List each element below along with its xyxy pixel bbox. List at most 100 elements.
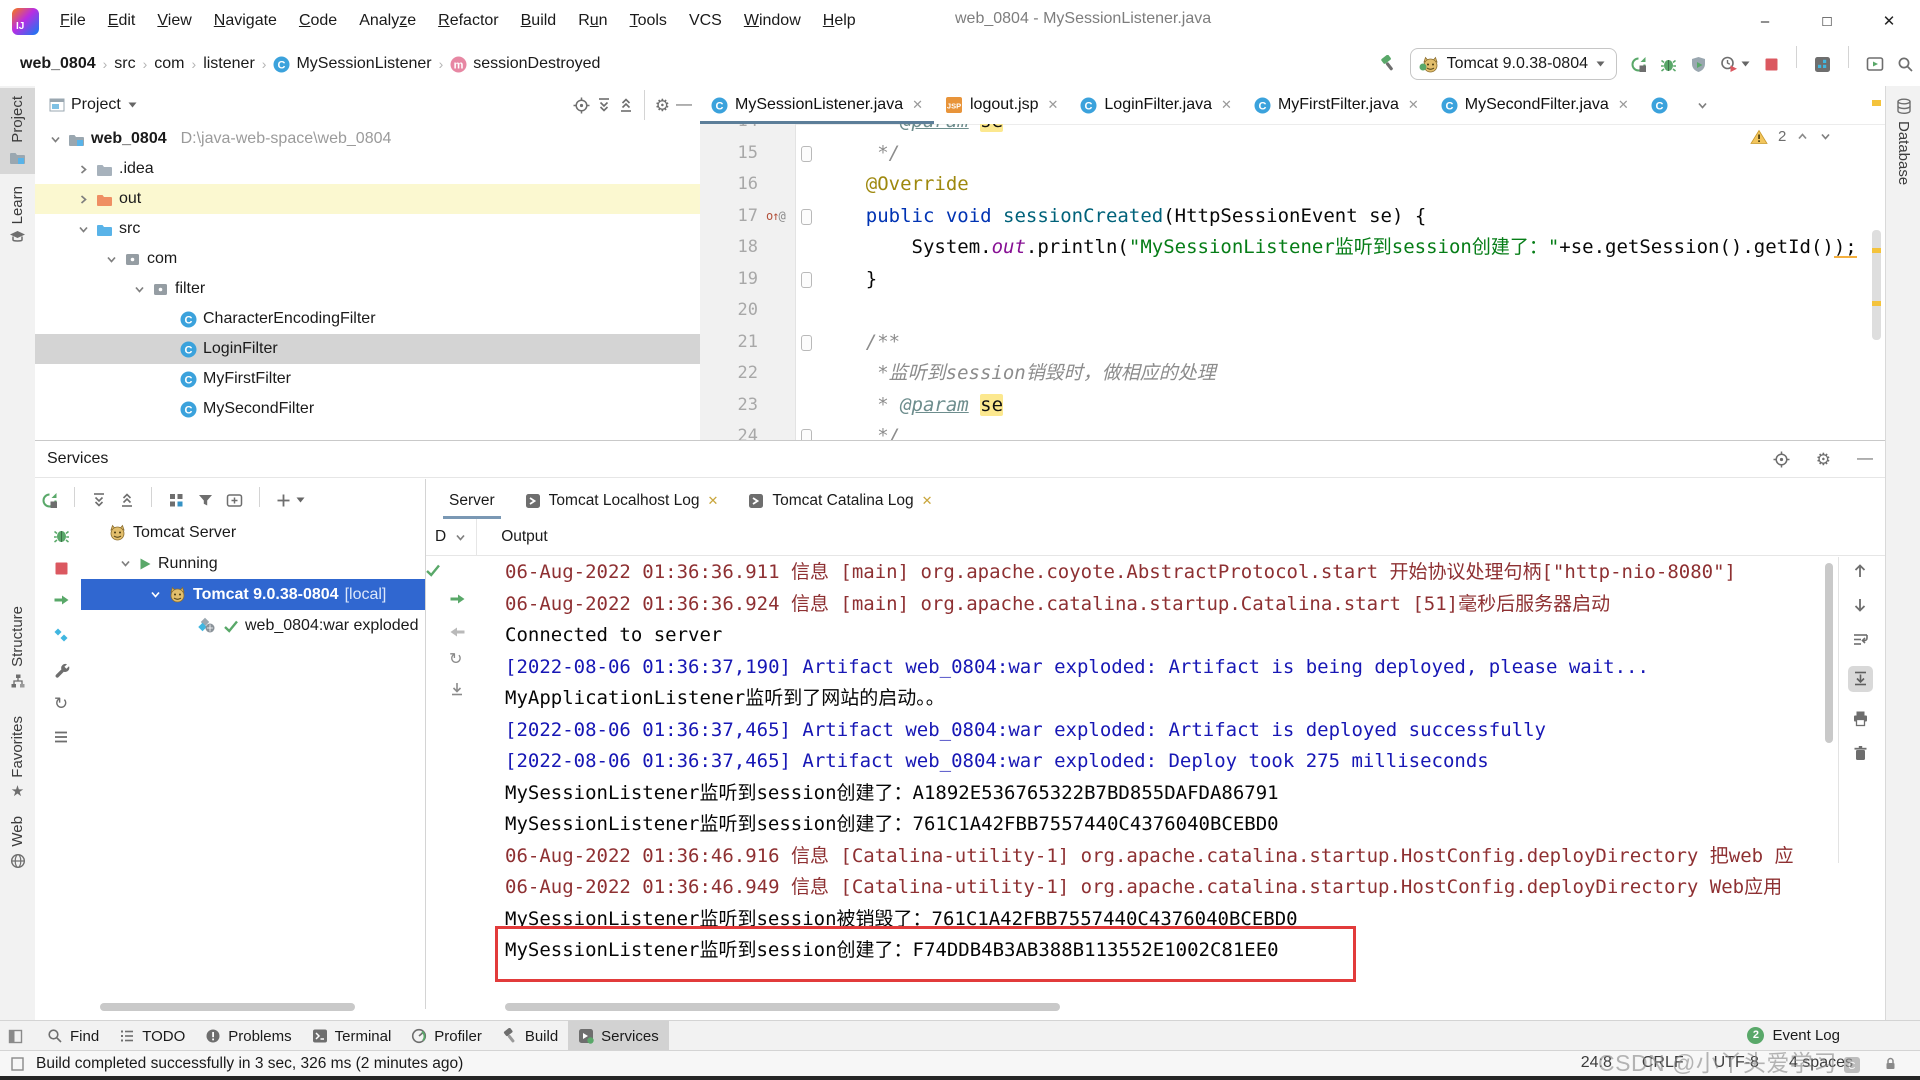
chevron-down-icon[interactable]: [127, 101, 138, 109]
editor-tab[interactable]: CMySecondFilter.java✕: [1430, 86, 1640, 124]
lock-icon[interactable]: [1883, 1056, 1898, 1071]
gear-icon[interactable]: ⚙: [655, 97, 670, 114]
profiler-icon[interactable]: [1690, 56, 1707, 73]
editor-tab[interactable]: JSPlogout.jsp✕: [934, 86, 1069, 124]
stripe-tab-structure[interactable]: Structure: [0, 598, 35, 697]
menu-code[interactable]: Code: [288, 8, 348, 34]
code-line[interactable]: 23 * @param se: [700, 390, 1885, 422]
run-configuration-select[interactable]: Tomcat 9.0.38-0804: [1410, 48, 1617, 80]
stripe-tab-project[interactable]: Project: [0, 88, 35, 174]
close-tab-icon[interactable]: ✕: [912, 97, 923, 113]
code-line[interactable]: 17 o↑@ public void sessionCreated(HttpSe…: [700, 201, 1885, 233]
rerun-icon[interactable]: [1630, 56, 1647, 73]
debug-icon[interactable]: [1660, 56, 1677, 73]
project-tree-item[interactable]: com: [35, 244, 700, 274]
deploy-green-icon[interactable]: [53, 593, 70, 610]
rollback-icon[interactable]: ↻: [449, 652, 462, 668]
project-tree-item[interactable]: CMySecondFilter: [35, 394, 700, 424]
tree-hscrollbar[interactable]: [100, 1003, 355, 1011]
menu-run[interactable]: Run: [567, 8, 618, 34]
stripe-tab-web[interactable]: Web: [0, 808, 35, 877]
list-icon[interactable]: [53, 729, 69, 745]
toolwindow-button-todo[interactable]: TODO: [109, 1021, 195, 1051]
code-line[interactable]: 15 */: [700, 138, 1885, 170]
gear-icon[interactable]: ⚙: [1816, 451, 1831, 468]
menu-view[interactable]: View: [146, 8, 202, 34]
code-line[interactable]: 22 *监听到session销毁时，做相应的处理: [700, 358, 1885, 390]
code-line[interactable]: 24 */: [700, 421, 1885, 440]
run-window-icon[interactable]: [1866, 56, 1884, 72]
editor-tab[interactable]: C: [1640, 86, 1696, 124]
print-icon[interactable]: [1852, 710, 1869, 727]
locate-file-icon[interactable]: [573, 97, 590, 114]
output-vscrollbar[interactable]: [1825, 563, 1833, 743]
code-viewport[interactable]: 14 * @param se 15 */ 16 @Override 17 o↑@…: [700, 124, 1885, 440]
toolwindow-button-find[interactable]: Find: [37, 1021, 109, 1051]
code-line[interactable]: 16 @Override: [700, 169, 1885, 201]
project-tree-item[interactable]: web_0804D:\java-web-space\web_0804: [35, 124, 700, 154]
hide-panel-icon[interactable]: —: [1857, 451, 1873, 467]
services-divider[interactable]: [425, 479, 426, 1009]
close-tab-icon[interactable]: ✕: [1048, 97, 1059, 113]
stripe-tab-favorites[interactable]: Favorites★: [0, 708, 35, 807]
trash-icon[interactable]: [1852, 745, 1869, 762]
editor-tab[interactable]: CLoginFilter.java✕: [1069, 86, 1243, 124]
expand-all-icon[interactable]: [596, 97, 612, 113]
code-line[interactable]: 21 /**: [700, 327, 1885, 359]
filter-icon[interactable]: [197, 492, 214, 509]
expand-all-icon[interactable]: [91, 492, 107, 508]
toolwindow-button-profiler[interactable]: Profiler: [401, 1021, 492, 1051]
output-hscrollbar[interactable]: [505, 1003, 1060, 1011]
clock-run-icon[interactable]: [1720, 55, 1738, 73]
menu-build[interactable]: Build: [510, 8, 568, 34]
menu-tools[interactable]: Tools: [619, 8, 678, 34]
project-tree-item[interactable]: CLoginFilter: [35, 334, 700, 364]
code-line[interactable]: 18 System.out.println("MySessionListener…: [700, 232, 1885, 264]
menu-refactor[interactable]: Refactor: [427, 8, 509, 34]
menu-analyze[interactable]: Analyze: [348, 8, 427, 34]
services-tree-item[interactable]: Tomcat 9.0.38-0804 [local]: [81, 579, 425, 610]
editor-scrollbar[interactable]: [1872, 230, 1881, 340]
debug-icon[interactable]: [53, 527, 70, 544]
project-tree-item[interactable]: CCharacterEncodingFilter: [35, 304, 700, 334]
editor-tab[interactable]: CMySessionListener.java✕: [700, 86, 934, 124]
menu-vcs[interactable]: VCS: [678, 8, 733, 34]
stop-icon[interactable]: [54, 561, 69, 576]
hide-panel-icon[interactable]: —: [676, 97, 692, 113]
services-grid-icon[interactable]: [1814, 56, 1831, 73]
diamonds-icon[interactable]: [53, 627, 70, 644]
refresh-icon[interactable]: ↻: [54, 695, 68, 712]
up-arrow-icon[interactable]: [1852, 563, 1868, 579]
services-tab[interactable]: Tomcat Catalina Log✕: [736, 483, 944, 519]
editor-tab[interactable]: CMyFirstFilter.java✕: [1243, 86, 1430, 124]
services-tree-item[interactable]: Tomcat Server: [81, 517, 425, 548]
console-output[interactable]: 06-Aug-2022 01:36:36.911 信息 [main] org.a…: [505, 557, 1835, 977]
maximize-button[interactable]: □: [1796, 0, 1858, 42]
plus-icon[interactable]: [276, 493, 291, 508]
project-tree-item[interactable]: src: [35, 214, 700, 244]
close-tab-icon[interactable]: ✕: [1618, 97, 1629, 113]
close-tab-icon[interactable]: ✕: [707, 493, 718, 509]
rerun-icon[interactable]: [41, 492, 58, 509]
close-tab-icon[interactable]: ✕: [1408, 97, 1419, 113]
services-tree-item[interactable]: Running: [81, 548, 425, 579]
add-frame-icon[interactable]: [226, 492, 243, 509]
breadcrumb-method[interactable]: msessionDestroyed: [450, 55, 600, 73]
code-line[interactable]: 20: [700, 295, 1885, 327]
project-panel-title[interactable]: Project: [71, 96, 121, 114]
scroll-end-icon[interactable]: [1852, 670, 1869, 687]
close-tab-icon[interactable]: ✕: [1221, 97, 1232, 113]
toolwindow-button-problems[interactable]: Problems: [195, 1021, 301, 1051]
chevron-down-icon[interactable]: [1819, 130, 1832, 143]
breadcrumb-item[interactable]: src: [114, 55, 135, 73]
close-tab-icon[interactable]: ✕: [922, 493, 933, 509]
stripe-tab-learn[interactable]: Learn: [0, 178, 35, 252]
menu-help[interactable]: Help: [812, 8, 867, 34]
scroll-down-sm-icon[interactable]: [449, 681, 465, 697]
code-line[interactable]: 19 }: [700, 264, 1885, 296]
minimize-button[interactable]: –: [1734, 0, 1796, 42]
toolwindow-button-terminal[interactable]: Terminal: [302, 1021, 402, 1051]
collapse-all-icon[interactable]: [618, 97, 634, 113]
menu-file[interactable]: File: [49, 8, 97, 34]
menu-window[interactable]: Window: [733, 8, 812, 34]
